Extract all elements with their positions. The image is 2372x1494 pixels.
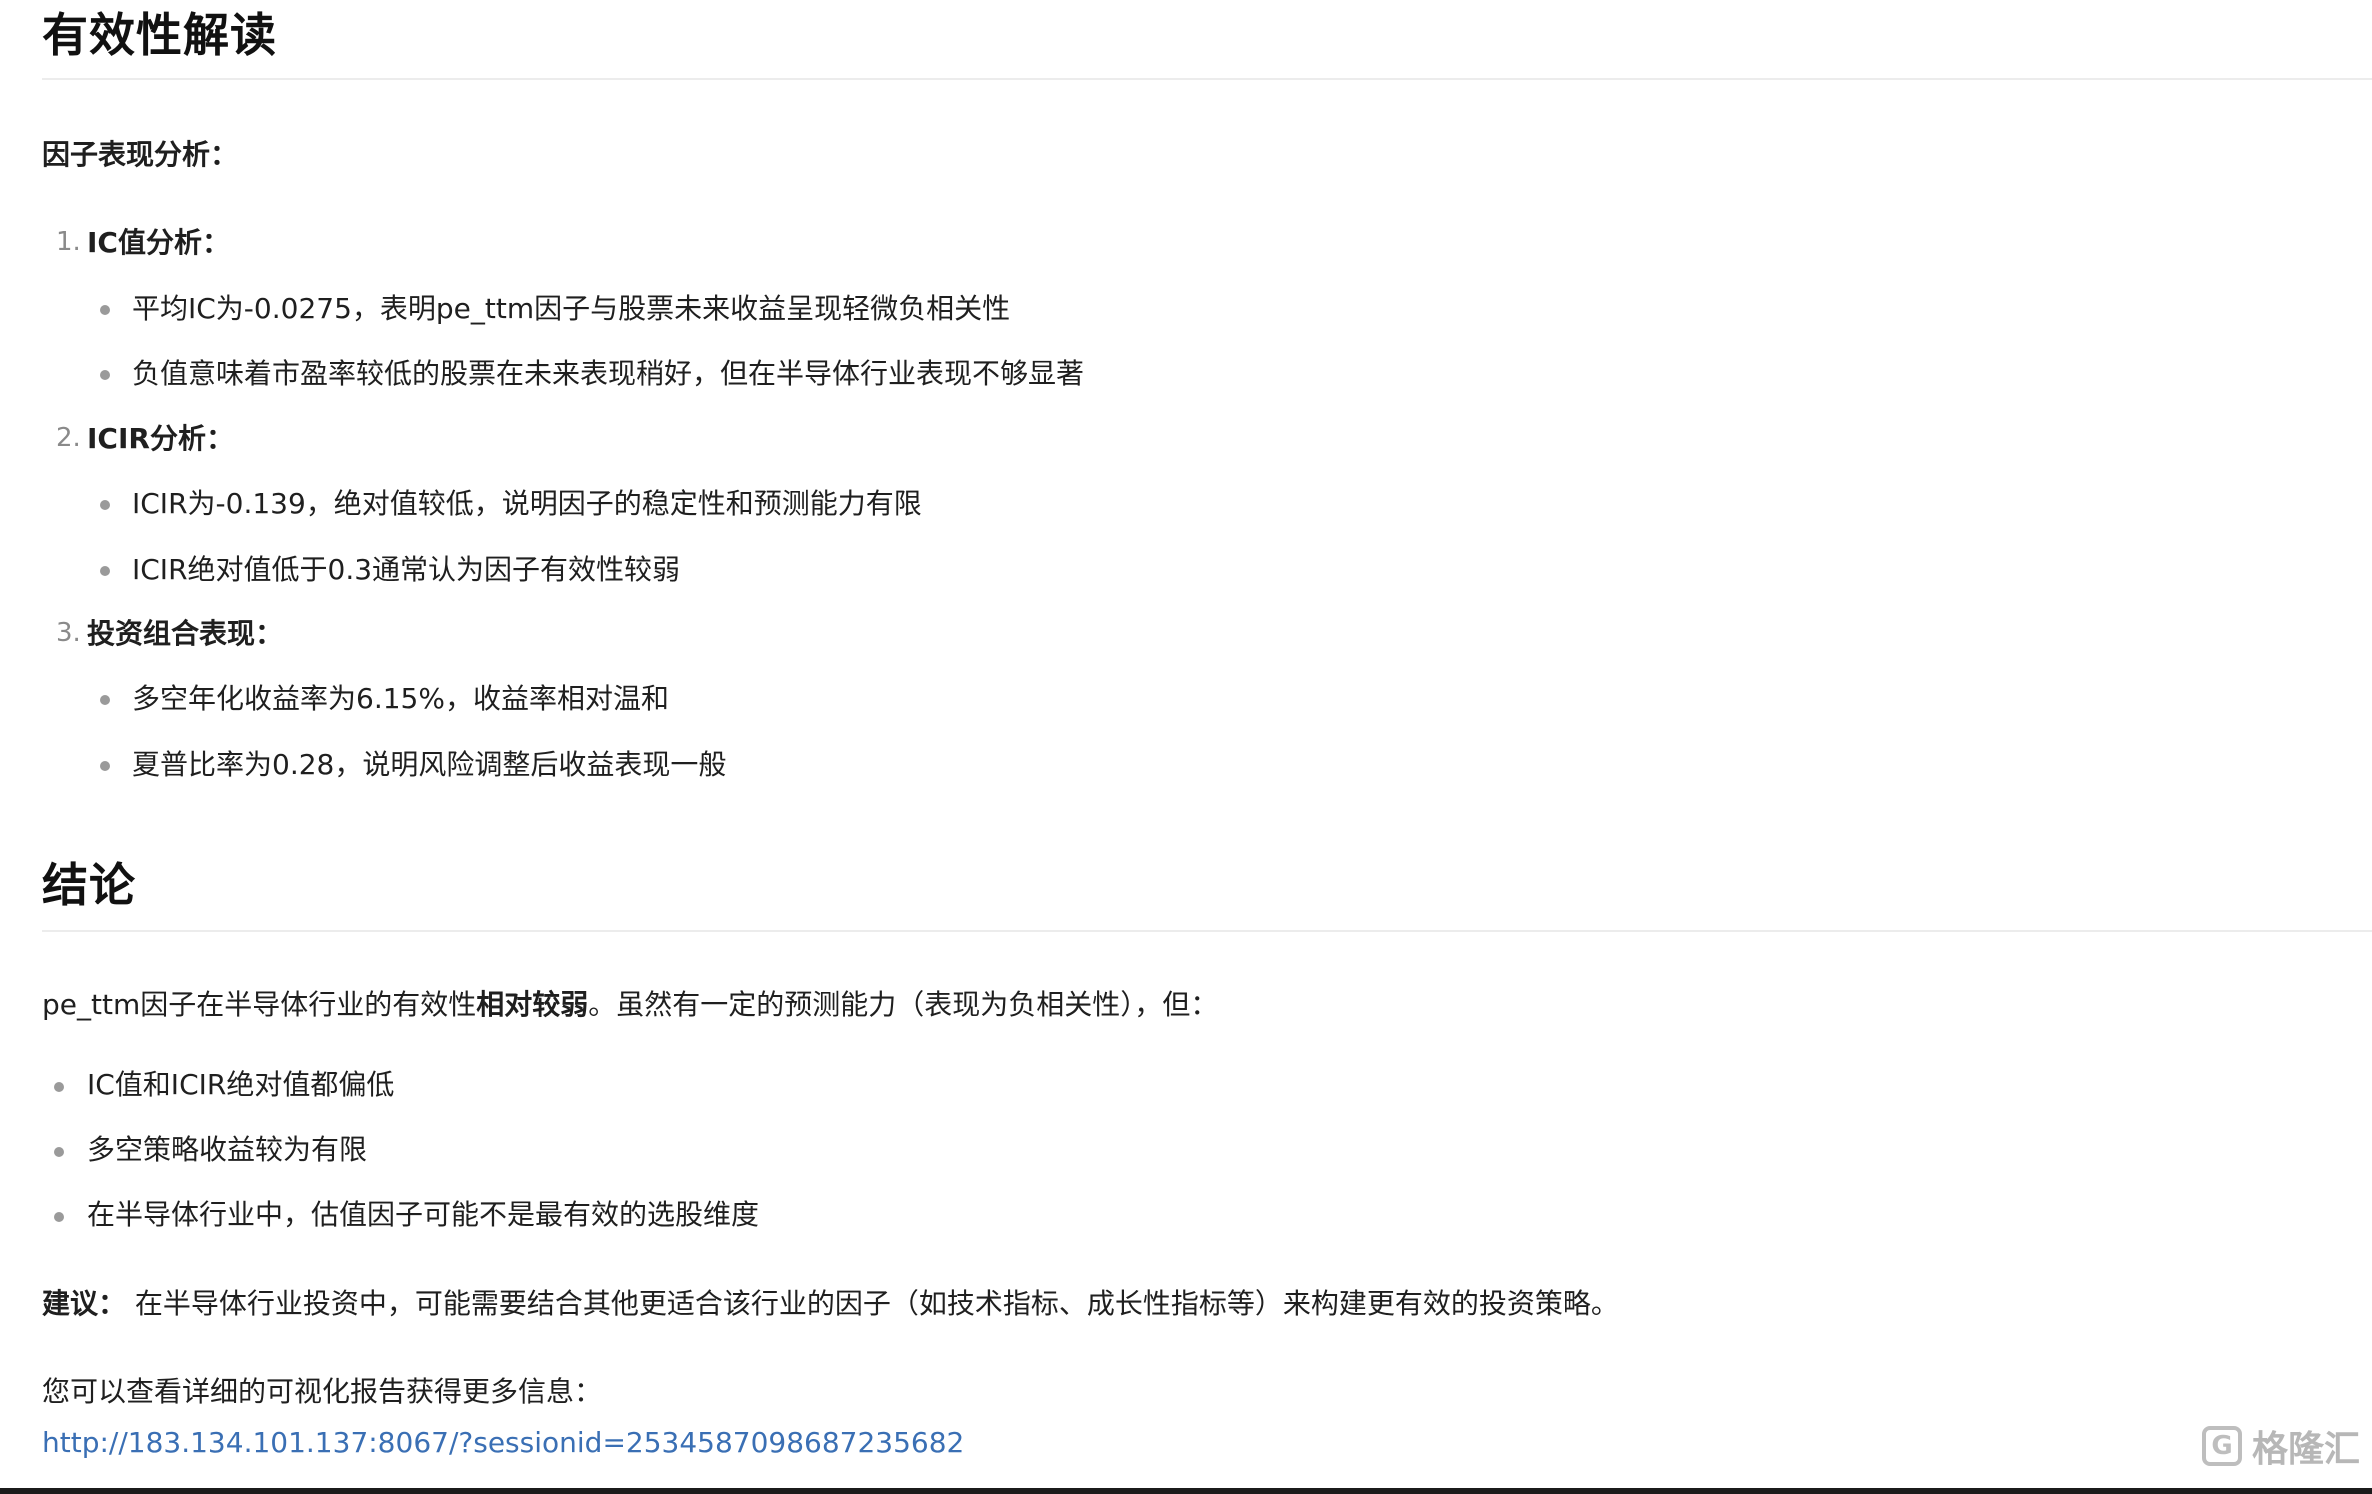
heading-divider xyxy=(42,930,2372,932)
summary-pre: pe_ttm因子在半导体行业的有效性 xyxy=(42,988,477,1021)
suggestion-label: 建议： xyxy=(42,1287,127,1320)
factor-performance-label: 因子表现分析： xyxy=(42,138,239,171)
bullet-dot xyxy=(100,761,110,771)
summary-post: 。虽然有一定的预测能力（表现为负相关性），但： xyxy=(588,988,1219,1021)
list-item: IC值和ICIR绝对值都偏低 xyxy=(87,1068,395,1101)
list-item: 在半导体行业中，估值因子可能不是最有效的选股维度 xyxy=(87,1198,760,1231)
watermark-text: 格隆汇 xyxy=(2251,1429,2360,1470)
bullet-dot xyxy=(100,695,110,705)
list-item: 多空策略收益较为有限 xyxy=(87,1133,368,1166)
bullet-dot xyxy=(54,1082,64,1092)
list-item-title: 投资组合表现： xyxy=(87,617,284,650)
bullet-dot xyxy=(54,1147,64,1157)
list-item-title: IC值分析： xyxy=(87,226,230,259)
bullet-dot xyxy=(100,500,110,510)
list-item: ICIR绝对值低于0.3通常认为因子有效性较弱 xyxy=(132,553,681,586)
list-number: 2. xyxy=(56,423,81,453)
list-item: 平均IC为-0.0275，表明pe_ttm因子与股票未来收益呈现轻微负相关性 xyxy=(132,292,1011,325)
watermark-logo-icon: G xyxy=(2201,1426,2242,1466)
list-item: 多空年化收益率为6.15%，收益率相对温和 xyxy=(132,682,669,715)
list-item: ICIR为-0.139，绝对值较低，说明因子的稳定性和预测能力有限 xyxy=(132,487,922,520)
bottom-border xyxy=(0,1488,2372,1494)
heading-divider xyxy=(42,78,2372,80)
watermark: G 格隆汇 xyxy=(2201,1420,2360,1472)
heading-conclusion: 结论 xyxy=(42,858,136,912)
report-intro: 您可以查看详细的可视化报告获得更多信息： xyxy=(42,1375,603,1408)
bullet-dot xyxy=(54,1212,64,1222)
summary-emphasis: 相对较弱 xyxy=(476,988,589,1021)
heading-validity: 有效性解读 xyxy=(42,8,277,62)
conclusion-summary: pe_ttm因子在半导体行业的有效性相对较弱。虽然有一定的预测能力（表现为负相关… xyxy=(42,988,1218,1022)
bullet-dot xyxy=(100,566,110,576)
list-number: 1. xyxy=(56,227,81,257)
bullet-dot xyxy=(100,370,110,380)
list-item-title: ICIR分析： xyxy=(87,422,234,455)
report-link[interactable]: http://183.134.101.137:8067/?sessionid=2… xyxy=(42,1426,964,1460)
bullet-dot xyxy=(100,305,110,315)
list-number: 3. xyxy=(56,618,81,648)
list-item: 负值意味着市盈率较低的股票在未来表现稍好，但在半导体行业表现不够显著 xyxy=(132,357,1085,390)
list-item: 夏普比率为0.28，说明风险调整后收益表现一般 xyxy=(132,748,727,781)
suggestion-text: 在半导体行业投资中，可能需要结合其他更适合该行业的因子（如技术指标、成长性指标等… xyxy=(126,1287,1619,1320)
suggestion-paragraph: 建议： 在半导体行业投资中，可能需要结合其他更适合该行业的因子（如技术指标、成长… xyxy=(42,1287,1619,1321)
